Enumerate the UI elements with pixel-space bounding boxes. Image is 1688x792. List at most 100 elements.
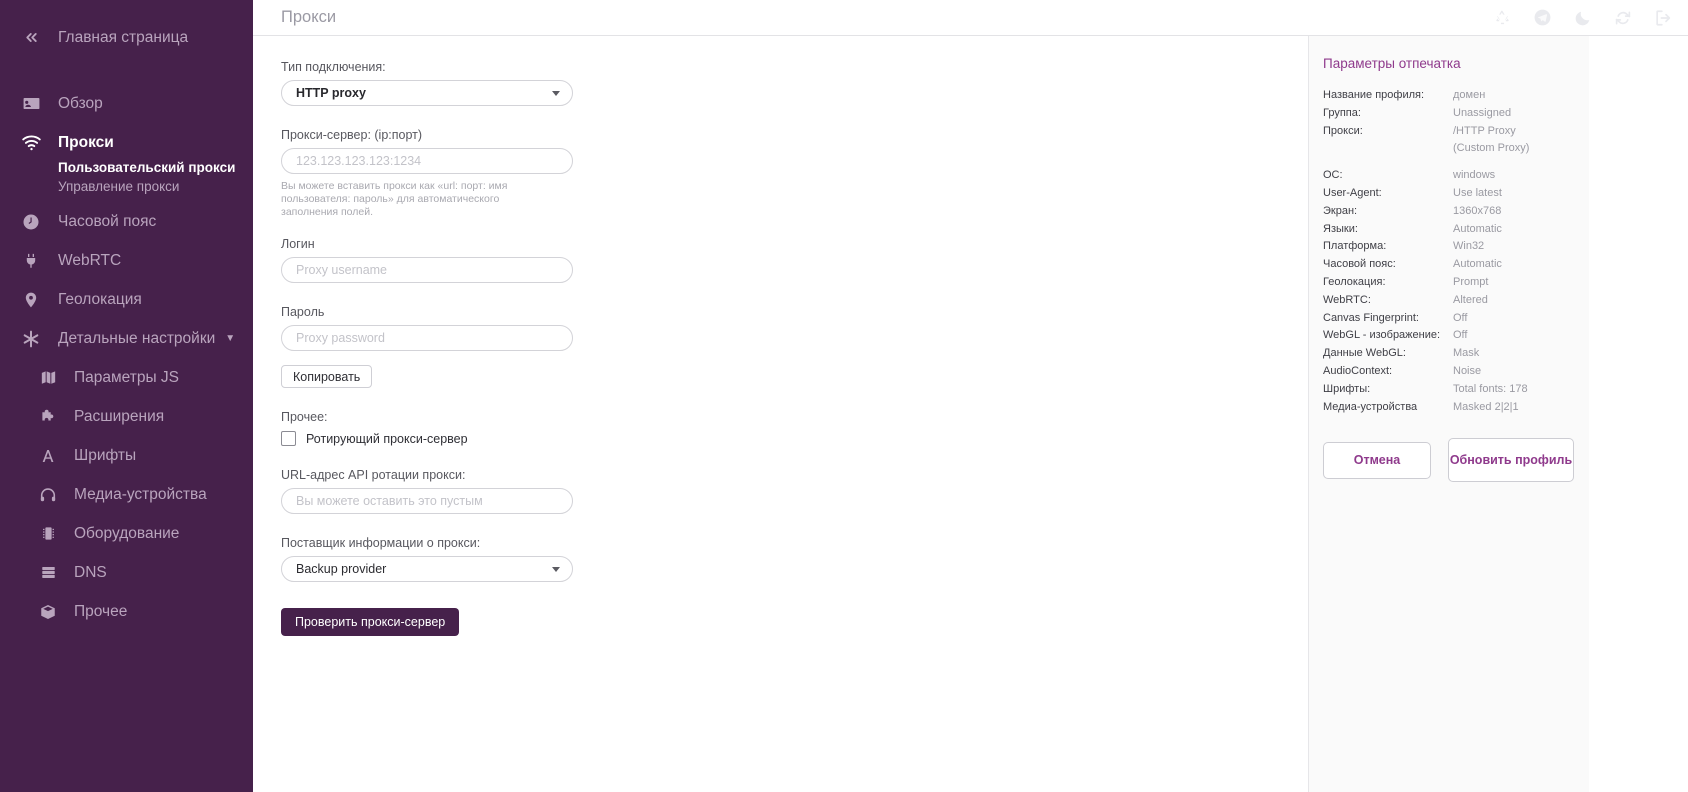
rotating-proxy-checkbox[interactable] [281,431,296,446]
fingerprint-key: Медиа-устройства [1323,400,1418,413]
rotating-proxy-row[interactable]: Ротирующий прокси-сервер [281,431,1308,446]
copy-button[interactable]: Копировать [281,365,373,388]
fingerprint-value: Unassigned [1453,106,1512,119]
sidebar-subitem-proxy-manager[interactable]: Управление прокси [58,177,253,196]
sidebar-item-fonts[interactable]: Шрифты [0,436,253,475]
fingerprint-row: WebRTC: Altered [1323,292,1575,310]
rotation-url-label: URL-адрес API ротации прокси: [281,468,466,482]
fingerprint-row: ОС: windows [1323,167,1575,185]
sidebar-item-dns[interactable]: DNS [0,553,253,592]
fingerprint-value: Prompt [1453,275,1489,288]
telegram-icon[interactable] [1533,8,1552,27]
fingerprint-panel: Параметры отпечатка Название профиля: до… [1308,36,1589,792]
cancel-button[interactable]: Отмена [1323,442,1431,480]
main-area: Прокси Тип подключения: HTTP proxy Прокс… [253,0,1688,792]
sidebar-item-label: Геолокация [58,290,142,308]
sidebar-item-hardware[interactable]: Оборудование [0,514,253,553]
recycle-icon[interactable] [1494,9,1511,26]
sidebar-item-label: Прочее [74,602,128,620]
fingerprint-row: Экран: 1360x768 [1323,203,1575,221]
sidebar-collapse-home[interactable]: Главная страница [0,18,253,57]
password-placeholder: Proxy password [296,331,385,345]
sidebar-item-label: Расширения [74,407,165,425]
sidebar-subitem-custom-proxy[interactable]: Пользовательский прокси [58,158,253,177]
sidebar-subitems-proxy: Пользовательский прокси Управление прокс… [0,158,253,196]
logout-icon[interactable] [1654,9,1672,27]
rotation-url-placeholder: Вы можете оставить это пустым [296,494,483,508]
sidebar-item-label: Шрифты [74,446,137,464]
fingerprint-value: Masked 2|2|1 [1453,400,1519,413]
fingerprint-key: Геолокация: [1323,275,1386,288]
proxy-paste-hint: Вы можете вставить прокси как «url: порт… [281,180,508,218]
proxy-server-label: Прокси-сервер: (ip:порт) [281,128,423,142]
proxy-server-input[interactable]: 123.123.123.123:1234 [281,148,573,174]
fingerprint-key: Данные WebGL: [1323,347,1406,360]
rotation-url-input[interactable]: Вы можете оставить это пустым [281,488,573,514]
sidebar-item-label: Оборудование [74,524,180,542]
check-proxy-button[interactable]: Проверить прокси-сервер [281,608,460,636]
fingerprint-rows: Название профиля: домен Группа: Unassign… [1323,87,1575,416]
sidebar-item-detailed-settings[interactable]: Детальные настройки ▼ [0,319,253,358]
id-card-icon [12,94,50,113]
sidebar-item-media-devices[interactable]: Медиа-устройства [0,475,253,514]
fingerprint-key: Canvas Fingerprint: [1323,311,1419,324]
sidebar-item-other[interactable]: Прочее [0,592,253,631]
plug-icon [12,252,50,270]
sidebar-home-label: Главная страница [58,28,189,46]
login-label: Логин [281,237,315,251]
headphones-icon [30,486,66,504]
refresh-icon[interactable] [1614,9,1632,27]
fingerprint-value: Mask [1453,347,1480,360]
proxy-server-placeholder: 123.123.123.123:1234 [296,154,422,168]
chevron-down-icon [552,91,560,96]
sidebar-item-extensions[interactable]: Расширения [0,397,253,436]
sidebar-item-label: WebRTC [58,251,122,269]
fingerprint-key: Название профиля: [1323,89,1425,101]
sidebar-item-geolocation[interactable]: Геолокация [0,280,253,319]
chevron-down-icon [552,567,560,572]
password-label: Пароль [281,305,325,319]
fingerprint-value: Total fonts: 178 [1453,382,1528,395]
fingerprint-value: Automatic [1453,222,1502,235]
sidebar-item-timezone[interactable]: Часовой пояс [0,202,253,241]
wifi-icon [12,132,50,153]
login-input[interactable]: Proxy username [281,257,573,283]
sidebar-item-webrtc[interactable]: WebRTC [0,241,253,280]
fingerprint-row: Canvas Fingerprint: Off [1323,310,1575,328]
update-profile-button[interactable]: Обновить профиль [1448,438,1574,483]
fingerprint-value: Win32 [1453,240,1485,253]
provider-select[interactable]: Backup provider [281,556,573,582]
fingerprint-row: WebGL - изображение: Off [1323,327,1575,345]
chevron-down-icon: ▼ [225,333,236,344]
sidebar: Главная страница Обзор Прокси Пользовате… [0,0,253,792]
fingerprint-key: Часовой пояс: [1323,258,1396,271]
sidebar-item-label: Прокси [58,133,114,151]
fingerprint-value: Automatic [1453,258,1502,271]
proxy-form: Тип подключения: HTTP proxy Прокси-серве… [253,36,1308,792]
password-input[interactable]: Proxy password [281,325,573,351]
fingerprint-row: Прокси: /HTTP Proxy (Custom Proxy) [1323,123,1575,159]
fingerprint-key: User-Agent: [1323,186,1382,199]
fingerprint-row: Геолокация: Prompt [1323,274,1575,292]
fingerprint-row: AudioContext: Noise [1323,363,1575,381]
asterisk-icon [12,329,50,349]
box-icon [30,603,66,621]
map-pin-icon [12,291,50,309]
sidebar-item-proxy[interactable]: Прокси [0,123,253,162]
login-placeholder: Proxy username [296,263,388,277]
fingerprint-key: ОС: [1323,169,1343,182]
fingerprint-key: Языки: [1323,222,1358,235]
sidebar-item-js-params[interactable]: Параметры JS [0,358,253,397]
fingerprint-row: Медиа-устройства Masked 2|2|1 [1323,399,1575,417]
sidebar-item-overview[interactable]: Обзор [0,84,253,123]
top-bar-icons [1494,8,1672,27]
clock-icon [12,213,50,231]
fingerprint-row: Шрифты: Total fonts: 178 [1323,381,1575,399]
moon-icon[interactable] [1574,9,1592,27]
fingerprint-key: Экран: [1323,204,1358,217]
connection-type-select[interactable]: HTTP proxy [281,80,573,106]
fingerprint-row: Платформа: Win32 [1323,238,1575,256]
font-icon [30,447,66,465]
fingerprint-value: Altered [1453,293,1488,306]
sidebar-item-label: Медиа-устройства [74,485,207,503]
